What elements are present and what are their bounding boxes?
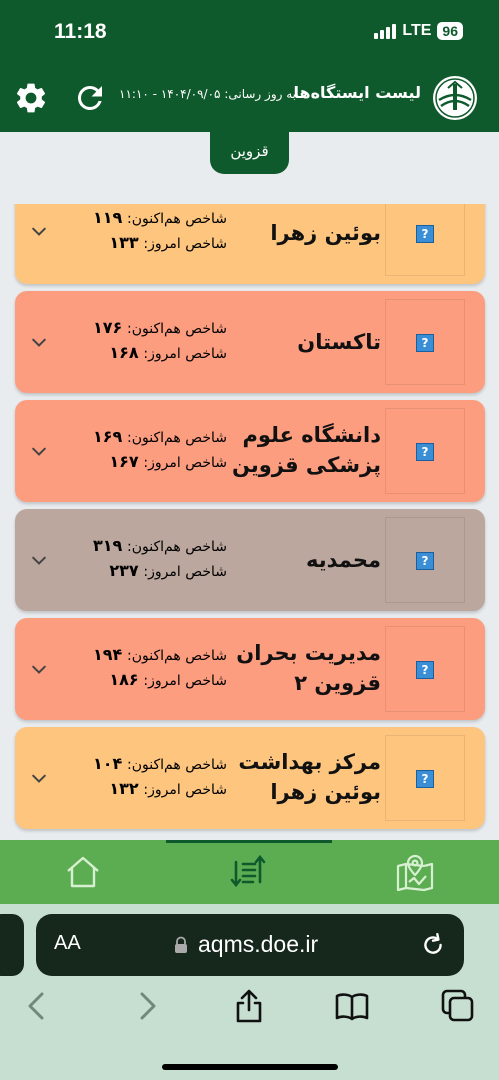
status-time: 11:18 <box>54 20 107 43</box>
today-index-label: شاخص امروز: <box>143 564 227 580</box>
now-index-label: شاخص هم‌اکنون: <box>127 757 227 773</box>
station-list: شاخص هم‌اکنون: ۱۱۹ شاخص امروز: ۱۳۳ بوئین… <box>0 204 499 838</box>
today-index-label: شاخص امروز: <box>143 346 227 362</box>
home-indicator[interactable] <box>162 1064 338 1070</box>
sort-list-icon[interactable] <box>228 852 268 892</box>
bookmarks-icon[interactable] <box>334 988 370 1024</box>
broken-image-icon: ? <box>416 443 434 461</box>
now-index-label: شاخص هم‌اکنون: <box>127 648 227 664</box>
now-index-label: شاخص هم‌اکنون: <box>127 430 227 446</box>
now-index-value: ۱۱۹ <box>92 208 123 227</box>
station-name: مدیریت بحران قزوین ۲ <box>236 641 381 695</box>
station-image: ? <box>385 299 465 385</box>
chevron-down-icon[interactable] <box>29 442 49 462</box>
today-index-value: ۱۸۶ <box>109 670 139 689</box>
station-name: دانشگاه علوم پزشکی قزوین <box>231 423 381 477</box>
battery-icon: 96 <box>437 22 463 40</box>
map-location-icon[interactable] <box>395 852 435 892</box>
station-indices: شاخص هم‌اکنون: ۱۰۴ شاخص امروز: ۱۳۲ <box>81 752 227 802</box>
today-index-value: ۲۳۷ <box>109 561 139 580</box>
forward-icon[interactable] <box>128 988 164 1024</box>
province-tab[interactable]: قزوین <box>210 130 289 174</box>
broken-image-icon: ? <box>416 770 434 788</box>
active-tab-indicator <box>166 840 332 843</box>
station-card[interactable]: شاخص هم‌اکنون: ۱۹۴ شاخص امروز: ۱۸۶ مدیری… <box>15 618 485 720</box>
station-image: ? <box>385 626 465 712</box>
network-label: LTE <box>402 22 432 39</box>
refresh-icon[interactable] <box>72 80 108 116</box>
station-card[interactable]: شاخص هم‌اکنون: ۱۷۶ شاخص امروز: ۱۶۸ تاکست… <box>15 291 485 393</box>
chevron-down-icon[interactable] <box>29 769 49 789</box>
chevron-down-icon[interactable] <box>29 660 49 680</box>
broken-image-icon: ? <box>416 225 434 243</box>
station-image: ? <box>385 517 465 603</box>
station-card[interactable]: شاخص هم‌اکنون: ۱۰۴ شاخص امروز: ۱۳۲ مرکز … <box>15 727 485 829</box>
station-image: ? <box>385 204 465 276</box>
status-bar: 11:18 LTE 96 <box>0 0 499 66</box>
station-image: ? <box>385 735 465 821</box>
last-update-label: به روز رسانی: <box>224 87 296 101</box>
title-bar: به روز رسانی: ۱۴۰۴/۰۹/۰۵ - ۱۱:۱۰ لیست ای… <box>0 70 499 126</box>
station-indices: شاخص هم‌اکنون: ۳۱۹ شاخص امروز: ۲۳۷ <box>81 534 227 584</box>
url-text[interactable]: aqms.doe.ir <box>198 931 318 958</box>
station-name: تاکستان <box>297 330 381 354</box>
signal-icon <box>374 23 397 39</box>
station-image: ? <box>385 408 465 494</box>
home-icon[interactable] <box>63 852 103 892</box>
today-index-value: ۱۳۳ <box>109 233 139 252</box>
lock-icon <box>175 936 187 953</box>
today-index-label: شاخص امروز: <box>143 673 227 689</box>
now-index-value: ۱۹۴ <box>92 645 123 664</box>
station-name: محمدیه <box>306 548 381 572</box>
now-index-value: ۱۰۴ <box>92 754 123 773</box>
station-indices: شاخص هم‌اکنون: ۱۱۹ شاخص امروز: ۱۳۳ <box>81 206 227 256</box>
last-update-value: ۱۴۰۴/۰۹/۰۵ - ۱۱:۱۰ <box>119 87 221 101</box>
share-icon[interactable] <box>231 988 267 1024</box>
today-index-value: ۱۶۷ <box>109 452 139 471</box>
text-size-button[interactable]: AA <box>54 932 81 955</box>
previous-tab-preview[interactable] <box>0 914 24 976</box>
now-index-value: ۱۷۶ <box>92 318 123 337</box>
chevron-down-icon[interactable] <box>29 222 49 242</box>
station-indices: شاخص هم‌اکنون: ۱۶۹ شاخص امروز: ۱۶۷ <box>81 425 227 475</box>
station-indices: شاخص هم‌اکنون: ۱۷۶ شاخص امروز: ۱۶۸ <box>81 316 227 366</box>
station-indices: شاخص هم‌اکنون: ۱۹۴ شاخص امروز: ۱۸۶ <box>81 643 227 693</box>
browser-chrome: AA aqms.doe.ir <box>0 904 499 1080</box>
station-card[interactable]: شاخص هم‌اکنون: ۱۱۹ شاخص امروز: ۱۳۳ بوئین… <box>15 204 485 284</box>
gear-icon[interactable] <box>13 80 49 116</box>
tabs-icon[interactable] <box>440 988 476 1024</box>
today-index-value: ۱۶۸ <box>109 343 139 362</box>
broken-image-icon: ? <box>416 334 434 352</box>
now-index-value: ۳۱۹ <box>92 536 123 555</box>
today-index-label: شاخص امروز: <box>143 236 227 252</box>
now-index-label: شاخص هم‌اکنون: <box>127 321 227 337</box>
now-index-label: شاخص هم‌اکنون: <box>127 539 227 555</box>
bottom-nav <box>0 840 499 904</box>
today-index-label: شاخص امروز: <box>143 782 227 798</box>
app-header: 11:18 LTE 96 به روز رسانی: ۱۴۰۴/۰۹/۰۵ - … <box>0 0 499 132</box>
reload-icon[interactable] <box>420 932 446 958</box>
station-card[interactable]: شاخص هم‌اکنون: ۱۶۹ شاخص امروز: ۱۶۷ دانشگ… <box>15 400 485 502</box>
broken-image-icon: ? <box>416 552 434 570</box>
today-index-label: شاخص امروز: <box>143 455 227 471</box>
doe-logo-icon <box>433 76 477 120</box>
station-name: مرکز بهداشت بوئین زهرا <box>238 750 381 804</box>
station-name: بوئین زهرا <box>270 221 381 245</box>
broken-image-icon: ? <box>416 661 434 679</box>
address-bar[interactable]: AA aqms.doe.ir <box>36 914 464 976</box>
chevron-down-icon[interactable] <box>29 551 49 571</box>
page-title: لیست ایستگاه‌ها <box>293 83 422 102</box>
chevron-down-icon[interactable] <box>29 333 49 353</box>
now-index-value: ۱۶۹ <box>92 427 123 446</box>
now-index-label: شاخص هم‌اکنون: <box>127 211 227 227</box>
status-indicators: LTE 96 <box>374 22 463 40</box>
today-index-value: ۱۳۲ <box>109 779 139 798</box>
back-icon[interactable] <box>20 988 56 1024</box>
last-update-text: به روز رسانی: ۱۴۰۴/۰۹/۰۵ - ۱۱:۱۰ <box>119 87 296 101</box>
station-card[interactable]: شاخص هم‌اکنون: ۳۱۹ شاخص امروز: ۲۳۷ محمدی… <box>15 509 485 611</box>
